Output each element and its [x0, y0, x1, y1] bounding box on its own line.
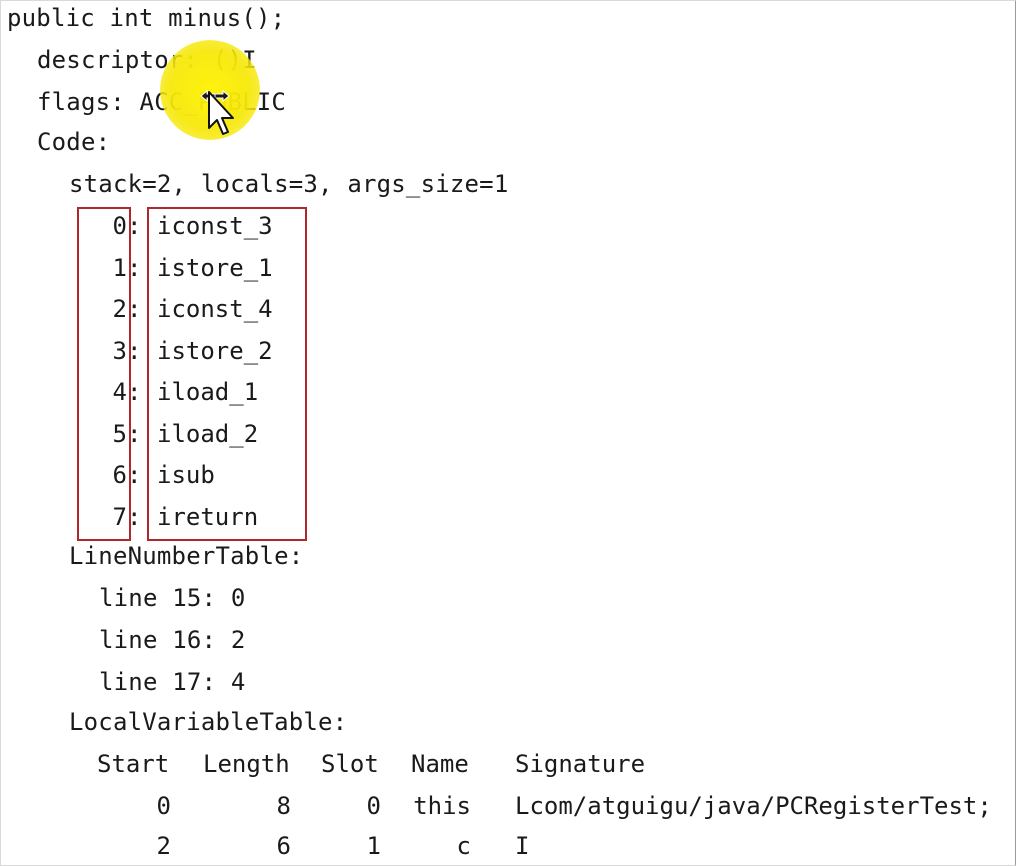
- lvt-header-signature: Signature: [515, 750, 646, 778]
- flags-label: flags:: [37, 88, 140, 116]
- index-highlight-box: [77, 207, 131, 541]
- lvt-cell-start: 0: [156, 792, 171, 820]
- stack-info: stack=2, locals=3, args_size=1: [69, 170, 509, 198]
- lvt-header-name: Name: [411, 750, 469, 778]
- lvt-header-length: Length: [203, 750, 290, 778]
- lvt-cell-slot: 0: [366, 792, 381, 820]
- opcode-highlight-box: [147, 207, 307, 541]
- lvt-cell-length: 8: [276, 792, 291, 820]
- lvt-header-start: Start: [97, 750, 170, 778]
- line-number-table-title: LineNumberTable:: [69, 542, 304, 570]
- local-variable-table-title: LocalVariableTable:: [69, 708, 348, 736]
- move-cursor-icon: [200, 89, 234, 135]
- bytecode-view: public int minus(); descriptor: ()I flag…: [0, 0, 1016, 866]
- lvt-cell-length: 6: [276, 832, 291, 860]
- lvt-cell-name: c: [456, 832, 471, 860]
- lvt-cell-slot: 1: [366, 832, 381, 860]
- line-number-row: line 16: 2: [99, 626, 246, 654]
- line-number-row: line 17: 4: [99, 668, 246, 696]
- lvt-header-slot: Slot: [321, 750, 379, 778]
- lvt-cell-signature: I: [515, 832, 530, 860]
- lvt-cell-start: 2: [156, 832, 171, 860]
- code-label: Code:: [37, 128, 111, 156]
- lvt-cell-name: this: [413, 792, 471, 820]
- lvt-cell-signature: Lcom/atguigu/java/PCRegisterTest;: [515, 792, 992, 820]
- method-signature: public int minus();: [7, 4, 286, 32]
- line-number-row: line 15: 0: [99, 584, 246, 612]
